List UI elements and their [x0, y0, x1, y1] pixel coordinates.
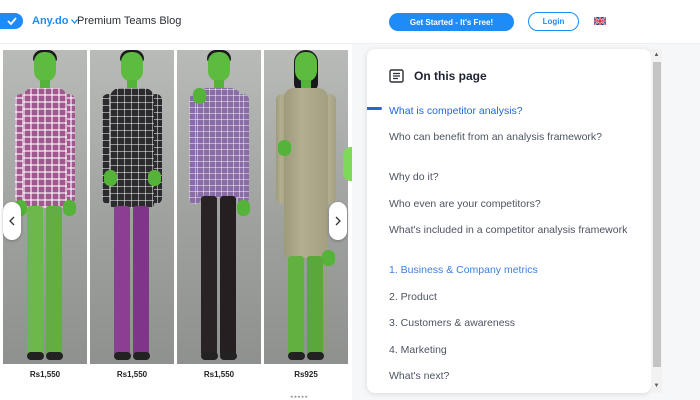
toc-link[interactable]: What is competitor analysis? [389, 105, 639, 118]
rating-stars: ★★★★★ [290, 394, 308, 399]
scroll-up-icon[interactable]: ▲ [652, 51, 661, 59]
product-image[interactable] [90, 50, 174, 364]
carousel-prev-button[interactable] [3, 202, 21, 240]
active-section-marker [367, 107, 382, 110]
product-carousel: Rs1,550 Rs1,550 Rs1,550 Rs925 ★★★★★ [0, 44, 352, 400]
toc-link[interactable]: Why do it? [389, 171, 639, 184]
toc-header: On this page [389, 69, 487, 83]
toc-link[interactable]: Who even are your competitors? [389, 198, 639, 211]
toc-title: On this page [414, 69, 487, 83]
scrollbar-thumb[interactable] [653, 62, 661, 367]
toc-link[interactable]: 1. Business & Company metrics [389, 264, 639, 277]
carousel-next-button[interactable] [329, 202, 347, 240]
get-started-button[interactable]: Get Started - It's Free! [389, 13, 514, 31]
toc-scrollbar[interactable]: ▲ ▼ [651, 49, 662, 393]
product-price: Rs925 [294, 370, 318, 379]
blog-nav-text[interactable]: Premium Teams Blog [77, 15, 181, 27]
product-price: Rs1,550 [29, 370, 61, 379]
product-image[interactable] [177, 50, 261, 364]
document-list-icon [389, 69, 404, 83]
chevron-left-icon [9, 216, 15, 226]
table-of-contents: On this page What is competitor analysis… [367, 49, 651, 393]
toc-link[interactable]: Who can benefit from an analysis framewo… [389, 131, 639, 144]
brand-menu[interactable]: Any.do [32, 15, 79, 27]
brand-name: Any.do [32, 15, 69, 27]
toc-link[interactable]: What's next? [389, 370, 639, 383]
toc-link[interactable]: 3. Customers & awareness [389, 317, 639, 330]
toc-link[interactable]: 4. Marketing [389, 344, 639, 357]
side-tab[interactable] [343, 147, 352, 181]
product-card[interactable] [90, 50, 174, 364]
chevron-right-icon [335, 216, 341, 226]
uk-flag-icon [594, 17, 606, 25]
product-card[interactable] [177, 50, 261, 364]
product-price: Rs1,550 [203, 370, 235, 379]
top-header: Any.do Premium Teams Blog Get Started - … [0, 0, 700, 44]
language-selector[interactable] [594, 17, 608, 25]
toc-link[interactable]: 2. Product [389, 291, 639, 304]
toc-link[interactable]: What's included in a competitor analysis… [389, 224, 639, 237]
logo-check-icon[interactable] [0, 13, 23, 29]
login-button[interactable]: Login [528, 12, 579, 31]
scroll-down-icon[interactable]: ▼ [652, 382, 661, 390]
product-price: Rs1,550 [116, 370, 148, 379]
